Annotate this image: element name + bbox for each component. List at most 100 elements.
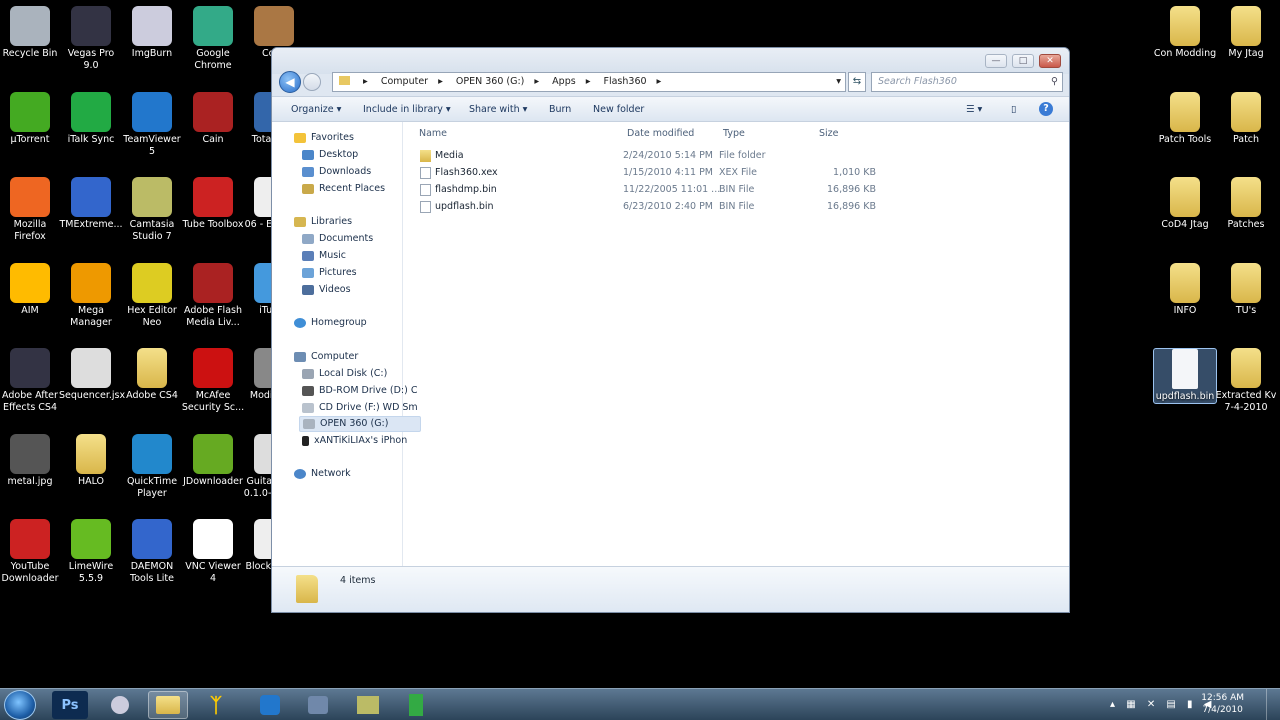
explorer-window[interactable]: — □ ✕ ◀ ▸ Computer ▸ OPEN 360 (G:) ▸ Apps ▸… (271, 47, 1070, 613)
help-icon[interactable]: ? (1039, 102, 1053, 116)
desktop-icon-item[interactable]: Camtasia Studio 7 (120, 177, 184, 243)
desktop-icon-item[interactable]: Extracted Kv 7-4-2010 (1214, 348, 1278, 414)
desktop-icon-item[interactable]: YouTube Downloader (0, 519, 62, 585)
desktop-icon-item[interactable]: Vegas Pro 9.0 (59, 6, 123, 72)
file-row[interactable]: Flash360.xex 1/15/2010 4:11 PM XEX File 1,0… (416, 165, 876, 181)
back-button[interactable]: ◀ (279, 71, 301, 93)
desktop-icon-item[interactable]: Cain (181, 91, 245, 146)
desktop-icon-item[interactable]: Google Chrome (181, 6, 245, 72)
file-row[interactable]: Media 2/24/2010 5:14 PM File folder (416, 148, 876, 164)
desktop-icon-item[interactable]: HALO (59, 433, 123, 488)
desktop-icon-item[interactable]: Mega Manager (59, 262, 123, 329)
nav-homegroup[interactable]: Homegroup (294, 315, 422, 331)
column-size[interactable]: Size (819, 128, 839, 139)
desktop-icon-item[interactable]: ImgBurn (120, 6, 184, 60)
taskbar-teamviewer[interactable] (250, 691, 290, 719)
new-folder-button[interactable]: New folder (593, 104, 644, 115)
desktop-icon-item[interactable]: Patch Tools (1153, 91, 1217, 146)
desktop-icon-item[interactable]: TeamViewer 5 (120, 91, 184, 158)
desktop-icon-item[interactable]: AIM (0, 262, 62, 317)
title-bar[interactable]: — □ ✕ (272, 48, 1069, 74)
show-desktop-button[interactable] (1266, 689, 1280, 720)
desktop-icon-item[interactable]: iTalk Sync (59, 91, 123, 146)
desktop-icon-item[interactable]: VNC Viewer 4 (181, 519, 245, 585)
desktop-icon-item[interactable]: McAfee Security Sc... (181, 348, 245, 414)
file-type: BIN File (719, 184, 755, 195)
usb-drive-icon (303, 419, 315, 429)
taskbar-app-8[interactable] (396, 691, 436, 719)
desktop-icon-item[interactable]: CoD4 Jtag (1153, 177, 1217, 231)
nav-libraries[interactable]: Libraries (294, 214, 422, 230)
desktop-icon-item[interactable]: Mozilla Firefox (0, 177, 62, 243)
desktop-icon-item[interactable]: DAEMON Tools Lite (120, 519, 184, 585)
item-count: 4 items (340, 575, 376, 586)
column-name[interactable]: Name (419, 128, 447, 139)
nav-computer[interactable]: Computer (294, 349, 422, 365)
desktop-icon-item[interactable]: metal.jpg (0, 433, 62, 488)
desktop-icon-item[interactable]: Adobe After Effects CS4 (0, 348, 62, 414)
desktop-icon-item[interactable]: Recycle Bin (0, 6, 62, 60)
file-row[interactable]: updflash.bin 6/23/2010 2:40 PM BIN File 16,… (416, 199, 876, 215)
desktop-icon-label: JDownloader (183, 475, 243, 487)
desktop-icon-label: LimeWire 5.5.9 (68, 561, 114, 584)
start-button[interactable] (4, 690, 36, 720)
taskbar-app-2[interactable] (100, 691, 140, 719)
nav-favorites[interactable]: Favorites (294, 130, 422, 146)
limewire-icon (71, 519, 111, 559)
desktop-icon-item[interactable]: Hex Editor Neo (120, 262, 184, 329)
breadcrumb-computer[interactable]: Computer (381, 76, 428, 87)
refresh-button[interactable]: ⇆ (848, 72, 866, 92)
desktop-icon-item[interactable]: updflash.bin (1153, 348, 1217, 404)
share-label: Share with (469, 104, 520, 115)
nav-open360[interactable]: OPEN 360 (G:) (299, 416, 421, 432)
taskbar-app-6[interactable] (298, 691, 338, 719)
forward-button[interactable] (303, 73, 321, 91)
desktop-icon-item[interactable]: Con Modding (1153, 6, 1217, 60)
tray-icons[interactable]: ▴ ▦ ✕ ▤ ▮ ◀ (1110, 699, 1215, 710)
maximize-button[interactable]: □ (1012, 54, 1034, 68)
desktop-icon-item[interactable]: Tube Toolbox (181, 177, 245, 231)
search-input[interactable]: Search Flash360 ⚲ (871, 72, 1063, 92)
desktop-icon-item[interactable]: Patch (1214, 91, 1278, 146)
breadcrumb-sep-icon: ▸ (656, 76, 662, 87)
burn-button[interactable]: Burn (549, 104, 571, 115)
address-dropdown-icon[interactable]: ▾ (836, 73, 841, 91)
close-button[interactable]: ✕ (1039, 54, 1061, 68)
breadcrumb-flash360[interactable]: Flash360 (604, 76, 647, 87)
search-icon[interactable]: ⚲ (1051, 73, 1058, 91)
desktop-icon-item[interactable]: LimeWire 5.5.9 (59, 519, 123, 585)
desktop-icon-item[interactable]: µTorrent (0, 91, 62, 146)
desktop-icon-item[interactable]: JDownloader (181, 433, 245, 488)
organize-button[interactable]: Organize ▾ (291, 104, 341, 115)
desktop-icon-item[interactable]: TU's (1214, 262, 1278, 317)
taskbar-aim[interactable]: ᛉ (196, 691, 236, 719)
clock[interactable]: 12:56 AM 7/4/2010 (1201, 692, 1244, 716)
include-in-library-button[interactable]: Include in library ▾ (363, 104, 451, 115)
nav-network[interactable]: Network (294, 466, 422, 482)
desktop-icon-item[interactable]: INFO (1153, 262, 1217, 317)
desktop-icon-item[interactable]: QuickTime Player (120, 433, 184, 500)
breadcrumb-drive[interactable]: OPEN 360 (G:) (456, 76, 524, 87)
minimize-button[interactable]: — (985, 54, 1007, 68)
column-date-modified[interactable]: Date modified (627, 128, 694, 139)
file-row[interactable]: flashdmp.bin 11/22/2005 11:01 ... BIN File… (416, 182, 876, 198)
desktop-icon-item[interactable]: Sequencer.jsx (59, 348, 125, 402)
desktop-icon-item[interactable]: Adobe Flash Media Liv... (181, 262, 245, 329)
view-options-icon[interactable]: ☰ ▾ (966, 104, 982, 115)
folder-icon (1231, 91, 1261, 132)
column-type[interactable]: Type (723, 128, 745, 139)
desktop-icon-item[interactable]: Adobe CS4 (120, 348, 184, 402)
command-bar: Organize ▾ Include in library ▾ Share wi… (272, 96, 1069, 122)
taskbar-photoshop[interactable]: Ps (52, 691, 88, 719)
desktop-icon-item[interactable]: My Jtag (1214, 6, 1278, 60)
share-with-button[interactable]: Share with ▾ (469, 104, 527, 115)
taskbar-camtasia[interactable] (348, 691, 388, 719)
desktop-icon-label: YouTube Downloader (1, 561, 59, 584)
taskbar-explorer[interactable] (148, 691, 188, 719)
desktop-icon-item[interactable]: TMExtreme... (59, 177, 123, 231)
desktop-icon-item[interactable]: Patches (1214, 177, 1278, 231)
file-list: Name Date modified Type Size Media 2/24/2… (404, 122, 1069, 566)
address-bar[interactable]: ▸ Computer ▸ OPEN 360 (G:) ▸ Apps ▸ Flash36… (332, 72, 846, 92)
breadcrumb-apps[interactable]: Apps (552, 76, 576, 87)
preview-pane-icon[interactable]: ▯ (1011, 104, 1016, 115)
